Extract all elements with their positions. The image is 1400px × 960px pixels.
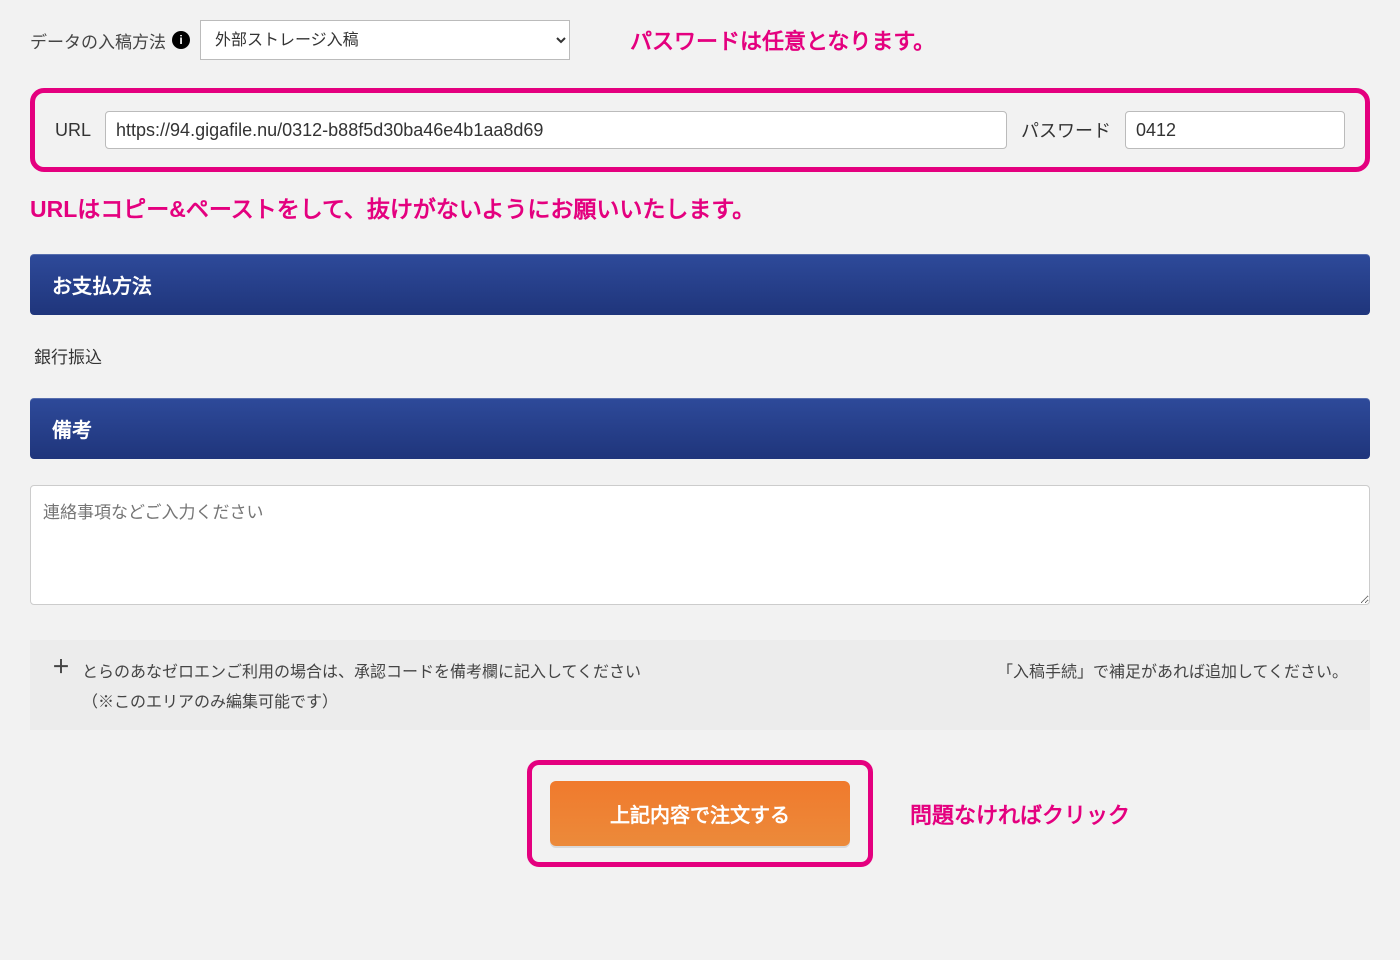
- annotation-url-copypaste: URLはコピー&ペーストをして、抜けがないようにお願いいたします。: [30, 190, 1370, 224]
- info-icon[interactable]: i: [172, 31, 190, 49]
- submit-highlight-frame: 上記内容で注文する: [527, 760, 873, 867]
- hint-right: 「入稿手続」で補足があれば追加してください。: [997, 658, 1348, 712]
- notes-textarea[interactable]: [30, 485, 1370, 605]
- hint-box: ＋ とらのあなゼロエンご利用の場合は、承認コードを備考欄に記入してください （※…: [30, 640, 1370, 730]
- hint-left-line1: とらのあなゼロエンご利用の場合は、承認コードを備考欄に記入してください: [82, 658, 641, 682]
- upload-method-label-text: データの入稿方法: [30, 28, 166, 53]
- hint-left-line2: （※このエリアのみ編集可能です）: [82, 688, 641, 712]
- password-input[interactable]: [1125, 111, 1345, 149]
- section-header-payment: お支払方法: [30, 254, 1370, 315]
- url-label: URL: [55, 120, 91, 141]
- annotation-password-optional: パスワードは任意となります。: [630, 24, 935, 56]
- url-password-highlight-box: URL パスワード: [30, 88, 1370, 172]
- upload-method-label: データの入稿方法 i: [30, 28, 190, 53]
- annotation-submit-hint: 問題なければクリック: [910, 798, 1130, 830]
- password-label: パスワード: [1021, 117, 1111, 143]
- payment-method-value: 銀行振込: [34, 343, 1366, 368]
- plus-icon: ＋: [52, 658, 70, 712]
- section-header-notes: 備考: [30, 398, 1370, 459]
- url-input[interactable]: [105, 111, 1007, 149]
- upload-method-select[interactable]: 外部ストレージ入稿: [200, 20, 570, 60]
- submit-order-button[interactable]: 上記内容で注文する: [550, 781, 850, 846]
